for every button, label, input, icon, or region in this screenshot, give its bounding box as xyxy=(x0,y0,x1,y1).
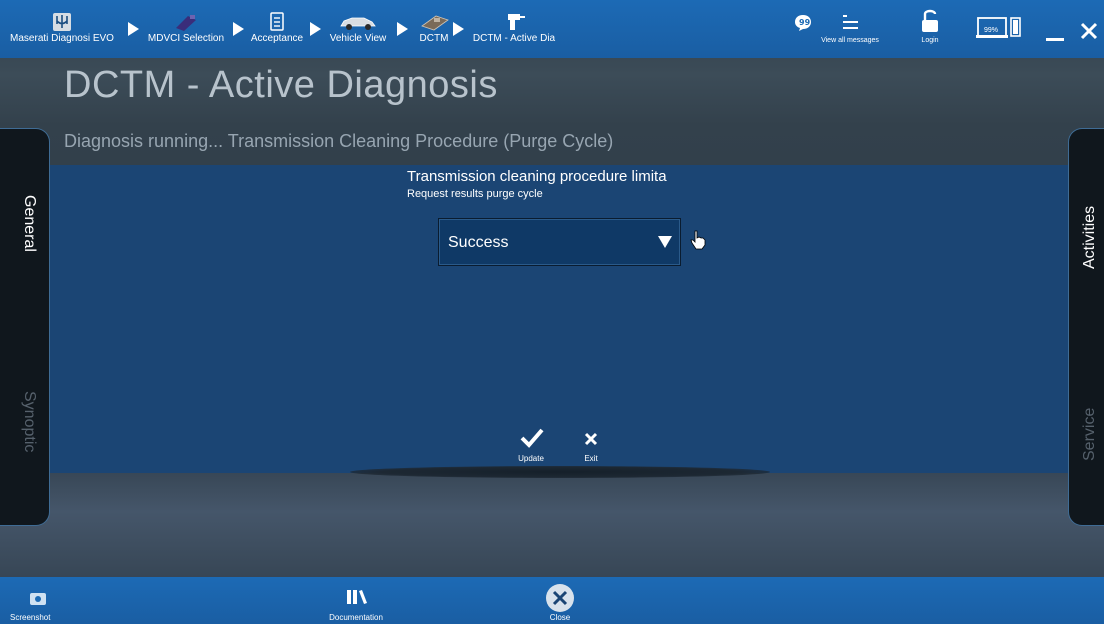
minimize-icon xyxy=(1046,38,1064,41)
tab-synoptic[interactable]: Synoptic xyxy=(20,391,38,452)
pointer-hand-icon xyxy=(690,230,706,250)
close-circle-icon xyxy=(546,584,574,612)
tab-activities[interactable]: Activities xyxy=(1081,206,1099,269)
camera-icon xyxy=(30,593,46,605)
view-all-messages-button[interactable]: View all messages xyxy=(810,0,890,58)
menu-list-icon xyxy=(843,15,858,29)
close-icon xyxy=(1080,22,1098,40)
update-button[interactable]: Update xyxy=(511,426,551,466)
breadcrumb-mdvci-selection[interactable]: MDVCI Selection xyxy=(144,0,228,58)
procedure-subtitle: Request results purge cycle xyxy=(407,188,543,200)
checkmark-icon xyxy=(520,428,544,448)
minimize-button[interactable] xyxy=(1040,0,1070,58)
login-label: Login xyxy=(921,37,939,44)
exit-button[interactable]: Exit xyxy=(571,426,611,466)
page-title: DCTM - Active Diagnosis xyxy=(64,64,498,106)
screenshot-button[interactable]: Screenshot xyxy=(8,577,68,624)
breadcrumb-label: DCTM xyxy=(419,33,449,44)
exit-label: Exit xyxy=(584,454,598,463)
left-side-panel: General Synoptic xyxy=(0,128,50,526)
battery-status: 99% xyxy=(972,0,1024,58)
login-button[interactable]: Login xyxy=(910,0,950,58)
update-label: Update xyxy=(518,454,544,463)
breadcrumb-separator-icon xyxy=(397,22,408,36)
car-icon xyxy=(340,17,376,30)
breadcrumb-separator-icon xyxy=(128,22,139,36)
document-list-icon xyxy=(270,12,284,31)
breadcrumb-label: DCTM - Active Dia xyxy=(472,33,556,44)
documentation-label: Documentation xyxy=(329,613,383,622)
right-side-panel: Activities Service xyxy=(1068,128,1104,526)
tab-service[interactable]: Service xyxy=(1081,408,1099,461)
breadcrumb-vehicle-view[interactable]: Vehicle View xyxy=(324,0,392,58)
screenshot-label: Screenshot xyxy=(10,613,51,622)
ecu-module-icon xyxy=(421,15,449,31)
tab-general[interactable]: General xyxy=(20,195,38,252)
breadcrumb-separator-icon xyxy=(233,22,244,36)
status-subtitle: Diagnosis running... Transmission Cleani… xyxy=(64,131,614,151)
svg-text:99: 99 xyxy=(799,18,811,27)
x-icon xyxy=(584,432,598,446)
breadcrumb-label: MDVCI Selection xyxy=(147,33,225,44)
view-all-messages-label: View all messages xyxy=(821,37,879,44)
vci-device-icon xyxy=(176,15,196,31)
documentation-button[interactable]: Documentation xyxy=(318,577,394,624)
breadcrumb-label: Maserati Diagnosi EVO xyxy=(10,33,114,44)
drill-tool-icon xyxy=(508,14,525,30)
breadcrumb-dctm[interactable]: DCTM xyxy=(412,0,456,58)
chevron-down-icon xyxy=(658,236,672,248)
close-window-button[interactable] xyxy=(1074,0,1104,58)
result-select[interactable]: Success xyxy=(438,218,681,266)
breadcrumb-dctm-active-diagnosis[interactable]: DCTM - Active Dia xyxy=(468,0,560,58)
top-navigation-bar: Maserati Diagnosi EVO MDVCI Selection Ac… xyxy=(0,0,1104,58)
panel-shadow xyxy=(350,466,770,478)
close-button[interactable]: Close xyxy=(538,577,582,624)
close-label: Close xyxy=(549,613,571,622)
breadcrumb-separator-icon xyxy=(310,22,321,36)
breadcrumb-acceptance[interactable]: Acceptance xyxy=(246,0,308,58)
laptop-battery-icon xyxy=(976,17,1021,38)
breadcrumb-label: Vehicle View xyxy=(329,33,387,44)
procedure-panel xyxy=(42,165,1072,473)
breadcrumb-home[interactable]: Maserati Diagnosi EVO xyxy=(6,0,118,58)
battery-percent: 99% xyxy=(984,27,999,34)
breadcrumb-separator-icon xyxy=(453,22,464,36)
bottom-toolbar: Screenshot Documentation Close xyxy=(0,577,1104,624)
padlock-open-icon xyxy=(922,9,938,32)
books-icon xyxy=(347,590,367,604)
result-select-value: Success xyxy=(448,234,509,251)
procedure-title: Transmission cleaning procedure limita xyxy=(407,168,667,185)
trident-logo-icon xyxy=(53,13,71,31)
breadcrumb-label: Acceptance xyxy=(250,33,304,44)
